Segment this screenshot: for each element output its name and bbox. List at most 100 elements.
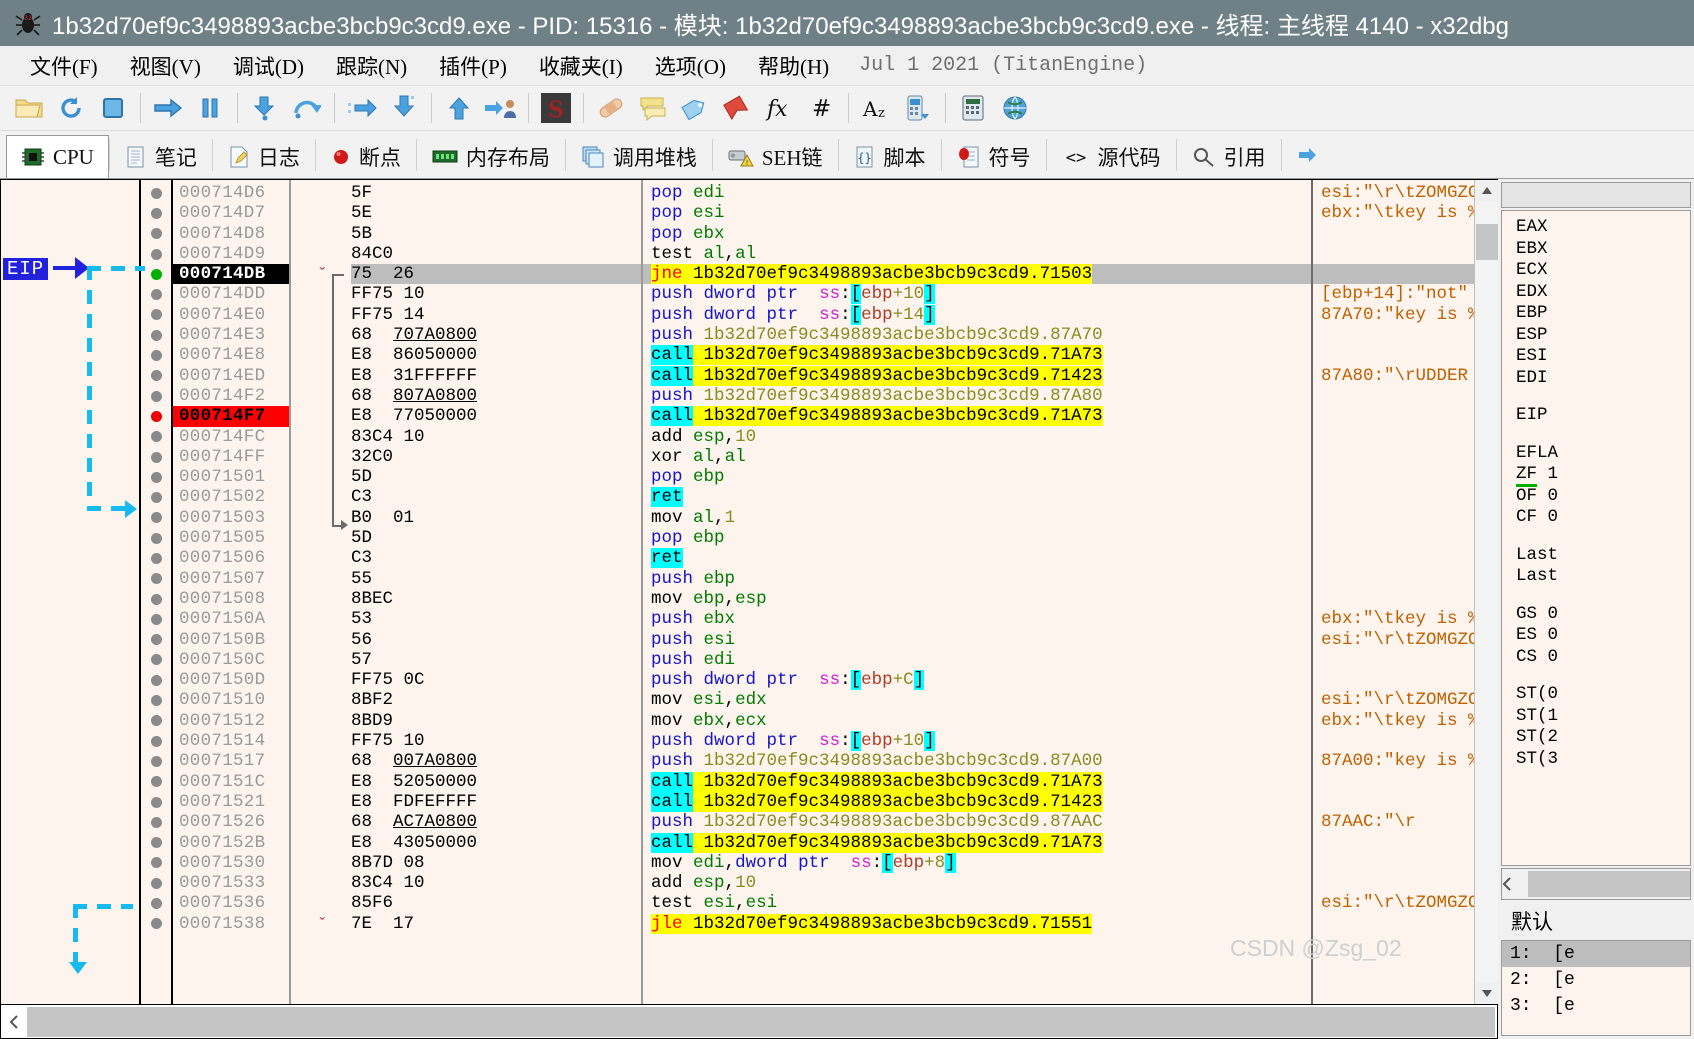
comment-cell[interactable]: [1313, 345, 1474, 365]
instruction-cell[interactable]: call 1b32d70ef9c3498893acbe3bcb9c3cd9.71…: [643, 771, 1311, 792]
comment-cell[interactable]: esi:"\r\tZOMGZO: [1313, 690, 1474, 710]
comment-cell[interactable]: [1313, 406, 1474, 426]
menu-trace[interactable]: 跟踪(N): [320, 49, 423, 83]
tab-breakpoints[interactable]: 断点: [316, 134, 416, 178]
breakpoint-toggle[interactable]: [141, 873, 171, 893]
instruction-cell[interactable]: xor al,al: [643, 447, 1311, 467]
comment-cell[interactable]: [1313, 508, 1474, 528]
comment-cell[interactable]: ebx:"\tkey is %: [1313, 203, 1474, 223]
comment-cell[interactable]: [1313, 873, 1474, 893]
calculator-icon[interactable]: [952, 88, 994, 128]
function-icon[interactable]: fx: [758, 88, 800, 128]
font-icon[interactable]: Az: [855, 88, 897, 128]
address-cell[interactable]: 000714D8: [173, 224, 289, 244]
register-row[interactable]: EBP: [1516, 303, 1690, 325]
calculator-phone-icon[interactable]: [897, 88, 939, 128]
address-cell[interactable]: 000714F7: [173, 406, 289, 427]
instruction-cell[interactable]: push dword ptr ss:[ebp+10]: [643, 731, 1311, 752]
comment-cell[interactable]: [1313, 467, 1474, 487]
breakpoint-toggle[interactable]: [141, 325, 171, 345]
instruction-cell[interactable]: jne 1b32d70ef9c3498893acbe3bcb9c3cd9.715…: [643, 264, 1311, 285]
opcode-bytes-cell[interactable]: 7E 17: [351, 914, 641, 934]
opcode-bytes-cell[interactable]: 68 AC7A0800: [351, 812, 641, 832]
address-cell[interactable]: 0007152B: [173, 833, 289, 853]
comment-cell[interactable]: [1313, 650, 1474, 670]
address-cell[interactable]: 00071521: [173, 792, 289, 812]
opcode-bytes-cell[interactable]: C3: [351, 487, 641, 507]
opcode-bytes-cell[interactable]: FF75 10: [351, 284, 641, 304]
comment-cell[interactable]: [1313, 548, 1474, 568]
arguments-panel[interactable]: 1: [e 2: [e 3: [e: [1501, 940, 1691, 1036]
instruction-cell[interactable]: mov esi,edx: [643, 690, 1311, 710]
instruction-cell[interactable]: pop ebp: [643, 467, 1311, 487]
bookmark-icon[interactable]: [716, 88, 758, 128]
instruction-cell[interactable]: push 1b32d70ef9c3498893acbe3bcb9c3cd9.87…: [643, 386, 1311, 406]
register-row[interactable]: EFLA: [1516, 443, 1690, 465]
execute-till-return-icon[interactable]: [341, 88, 383, 128]
instruction-cell[interactable]: call 1b32d70ef9c3498893acbe3bcb9c3cd9.71…: [643, 365, 1311, 386]
address-cell[interactable]: 00071505: [173, 528, 289, 548]
disassembly-horizontal-scrollbar[interactable]: [0, 1005, 1498, 1039]
comment-cell[interactable]: esi:"\r\tZOMGZO: [1313, 630, 1474, 650]
address-cell[interactable]: 00071502: [173, 487, 289, 507]
instruction-cell[interactable]: mov edi,dword ptr ss:[ebp+8]: [643, 852, 1311, 873]
step-into-icon[interactable]: [244, 88, 286, 128]
tab-overflow[interactable]: [1282, 134, 1346, 178]
register-row[interactable]: ESP: [1516, 325, 1690, 347]
instruction-column[interactable]: pop edi pop esi pop ebx test al,al jne 1b32d…: [641, 180, 1311, 1004]
register-row[interactable]: EDI: [1516, 368, 1690, 390]
register-row[interactable]: Last: [1516, 566, 1690, 588]
tab-cpu[interactable]: CPU: [6, 135, 109, 178]
breakpoint-toggle[interactable]: [141, 833, 171, 853]
register-row[interactable]: ST(0: [1516, 684, 1690, 706]
comment-cell[interactable]: 87A70:"key is %: [1313, 305, 1474, 325]
address-cell[interactable]: 00071512: [173, 711, 289, 731]
breakpoint-toggle[interactable]: [141, 427, 171, 447]
comment-cell[interactable]: ebx:"\tkey is %: [1313, 609, 1474, 629]
comment-cell[interactable]: [1313, 670, 1474, 690]
comment-cell[interactable]: [1313, 914, 1474, 934]
breakpoint-toggle[interactable]: [141, 528, 171, 548]
opcode-bytes-cell[interactable]: E8 31FFFFFF: [351, 366, 641, 386]
menu-plugins[interactable]: 插件(P): [423, 49, 523, 83]
tab-memory-map[interactable]: 内存布局: [417, 134, 565, 178]
open-icon[interactable]: [8, 88, 50, 128]
opcode-bytes-cell[interactable]: 5E: [351, 203, 641, 223]
register-row[interactable]: ES 0: [1516, 625, 1690, 647]
address-cell[interactable]: 00071517: [173, 751, 289, 771]
opcode-bytes-cell[interactable]: 57: [351, 650, 641, 670]
instruction-cell[interactable]: push 1b32d70ef9c3498893acbe3bcb9c3cd9.87…: [643, 812, 1311, 832]
comment-cell[interactable]: 87A80:"\rUDDER: [1313, 366, 1474, 386]
run-to-icon[interactable]: [383, 88, 425, 128]
scylla-icon[interactable]: S: [535, 88, 577, 128]
breakpoint-toggle[interactable]: [141, 224, 171, 244]
menu-file[interactable]: 文件(F): [14, 49, 114, 83]
scroll-down-icon[interactable]: [1475, 982, 1498, 1004]
opcode-bytes-cell[interactable]: 5B: [351, 224, 641, 244]
opcode-bytes-cell[interactable]: 8BF2: [351, 690, 641, 710]
address-cell[interactable]: 000714E0: [173, 305, 289, 325]
comment-cell[interactable]: 87A00:"key is %: [1313, 751, 1474, 771]
breakpoint-toggle[interactable]: [141, 366, 171, 386]
tab-symbols[interactable]: 符号: [942, 134, 1046, 178]
opcode-bytes-cell[interactable]: E8 FDFEFFFF: [351, 792, 641, 812]
breakpoint-toggle[interactable]: [141, 406, 171, 426]
opcode-bytes-cell[interactable]: 5D: [351, 467, 641, 487]
comment-cell[interactable]: [1313, 487, 1474, 507]
opcode-bytes-cell[interactable]: 68 807A0800: [351, 386, 641, 406]
instruction-cell[interactable]: push 1b32d70ef9c3498893acbe3bcb9c3cd9.87…: [643, 325, 1311, 345]
breakpoint-toggle[interactable]: [141, 508, 171, 528]
comment-cell[interactable]: [1313, 589, 1474, 609]
instruction-cell[interactable]: push dword ptr ss:[ebp+10]: [643, 284, 1311, 305]
opcode-bytes-cell[interactable]: 53: [351, 609, 641, 629]
breakpoint-toggle[interactable]: [141, 589, 171, 609]
instruction-cell[interactable]: pop esi: [643, 203, 1311, 223]
opcode-bytes-cell[interactable]: E8 86050000: [351, 345, 641, 365]
register-scroll-left-icon[interactable]: [1502, 877, 1528, 891]
address-cell[interactable]: 000714DB: [173, 264, 289, 285]
breakpoint-toggle[interactable]: [141, 487, 171, 507]
instruction-cell[interactable]: ret: [643, 487, 1311, 508]
breakpoint-toggle[interactable]: [141, 711, 171, 731]
opcode-bytes-cell[interactable]: 85F6: [351, 893, 641, 913]
instruction-cell[interactable]: call 1b32d70ef9c3498893acbe3bcb9c3cd9.71…: [643, 791, 1311, 812]
